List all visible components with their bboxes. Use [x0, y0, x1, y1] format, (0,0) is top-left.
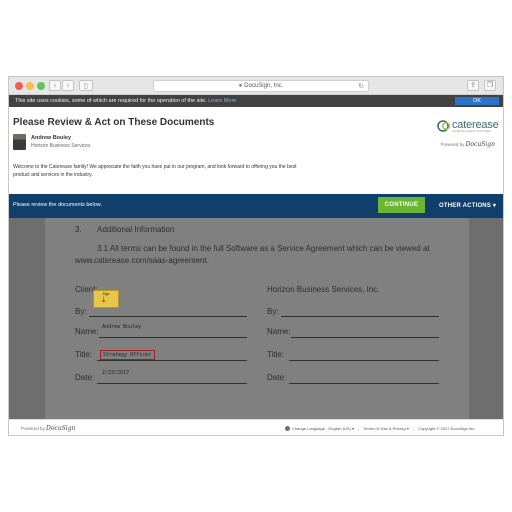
browser-toolbar: ‹ › ▯ ● DocuSign, Inc. ↻ ⇪ ❐	[9, 77, 503, 95]
avatar	[13, 134, 26, 150]
sign-here-tag[interactable]: Sign ⤓	[93, 290, 119, 308]
minimize-window-button[interactable]	[26, 82, 34, 90]
globe-icon	[285, 426, 290, 431]
copyright: Copyright © 2017 DocuSign Inc.	[418, 426, 476, 431]
typed-date[interactable]: 2/23/2017	[102, 370, 129, 376]
action-message: Please review the documents below.	[13, 202, 102, 208]
footer: Powered by DocuSign Change Language - En…	[9, 419, 503, 435]
title-line-left	[97, 360, 247, 361]
signature-line-left	[89, 316, 247, 317]
section-title: Additional Information	[97, 225, 175, 234]
caterease-logo-icon	[437, 120, 450, 132]
footer-links: Change Language - English (US) ▾ | Terms…	[285, 426, 475, 431]
document-page: 3. Additional Information 3.1 All terms …	[45, 218, 469, 419]
date-label-right: Date:	[267, 373, 287, 382]
date-line-left	[97, 383, 247, 384]
footer-powered-label: Powered by	[21, 426, 45, 431]
signature-line-right	[281, 316, 439, 317]
chevron-down-icon: ▾	[352, 426, 355, 431]
logo-tagline: CATERING & EVENT SOFTWARE	[452, 130, 491, 133]
download-arrow-icon: ⤓	[102, 295, 106, 304]
address-bar[interactable]: ● DocuSign, Inc. ↻	[153, 80, 369, 92]
by-label-right: By:	[267, 307, 279, 316]
clause-link: www.caterease.com/saas-agreement.	[75, 256, 209, 265]
title-label-right: Title:	[267, 350, 285, 359]
sign-tag-label: Sign	[102, 292, 110, 296]
lock-icon: ●	[238, 83, 243, 89]
action-bar: Please review the documents below. CONTI…	[9, 194, 503, 218]
divider: |	[413, 426, 415, 431]
sender-company: Horizon Business Services	[31, 143, 91, 149]
share-icon[interactable]: ⇪	[467, 80, 479, 91]
cookie-banner: This site uses cookies, some of which ar…	[9, 95, 503, 107]
title-input[interactable]: Strategy Officer	[100, 350, 155, 360]
learn-more-link[interactable]: Learn More	[208, 98, 236, 104]
forward-icon[interactable]: ›	[62, 80, 74, 91]
other-actions-menu[interactable]: OTHER ACTIONS ▾	[439, 202, 496, 209]
tabs-icon[interactable]: ❐	[484, 80, 496, 91]
powered-by-label: Powered by	[440, 142, 465, 147]
continue-button[interactable]: CONTINUE	[378, 197, 425, 213]
address-text: DocuSign, Inc.	[244, 83, 284, 89]
browser-window: ‹ › ▯ ● DocuSign, Inc. ↻ ⇪ ❐ This site us…	[8, 76, 504, 436]
by-label-left: By:	[75, 307, 87, 316]
docusign-logo: DocuSign	[465, 141, 495, 148]
document-viewer[interactable]: 3. Additional Information 3.1 All terms …	[9, 218, 503, 419]
footer-docusign-logo: DocuSign	[46, 425, 76, 432]
name-label-left: Name:	[75, 327, 99, 336]
sender-name: Andrew Bouley	[31, 135, 72, 141]
title-label-left: Title:	[75, 350, 93, 359]
typed-name[interactable]: Andrew Bouley	[102, 324, 141, 330]
terms-link[interactable]: Terms Of Use & Privacy	[363, 426, 405, 431]
name-line-left	[99, 337, 247, 338]
reload-icon[interactable]: ↻	[358, 81, 364, 91]
page-title: Please Review & Act on These Documents	[13, 117, 215, 128]
envelope-header: Please Review & Act on These Documents A…	[9, 107, 503, 194]
date-line-right	[289, 383, 439, 384]
powered-by-docusign: Powered by DocuSign	[441, 141, 495, 148]
name-label-right: Name:	[267, 327, 291, 336]
company-label: Horizon Business Services, Inc.	[267, 285, 380, 294]
caterease-logo: caterease CATERING & EVENT SOFTWARE	[437, 119, 499, 133]
name-line-right	[291, 337, 439, 338]
close-window-button[interactable]	[15, 82, 23, 90]
clause-text: 3.1 All terms can be found in the full S…	[97, 244, 430, 253]
sidebar-icon[interactable]: ▯	[79, 80, 93, 91]
zoom-window-button[interactable]	[37, 82, 45, 90]
welcome-message: Welcome to the Caterease family! We appr…	[13, 164, 297, 178]
title-line-right	[289, 360, 439, 361]
cookie-message: This site uses cookies, some of which ar…	[15, 98, 207, 104]
footer-powered-by: Powered by DocuSign	[21, 425, 75, 432]
divider: |	[358, 426, 360, 431]
cookie-ok-button[interactable]: OK	[455, 97, 499, 105]
chevron-down-icon: ▾	[406, 426, 409, 431]
change-language-link[interactable]: Change Language - English (US)	[292, 426, 351, 431]
date-label-left: Date:	[75, 373, 95, 382]
section-number: 3.	[75, 225, 82, 234]
back-icon[interactable]: ‹	[49, 80, 61, 91]
